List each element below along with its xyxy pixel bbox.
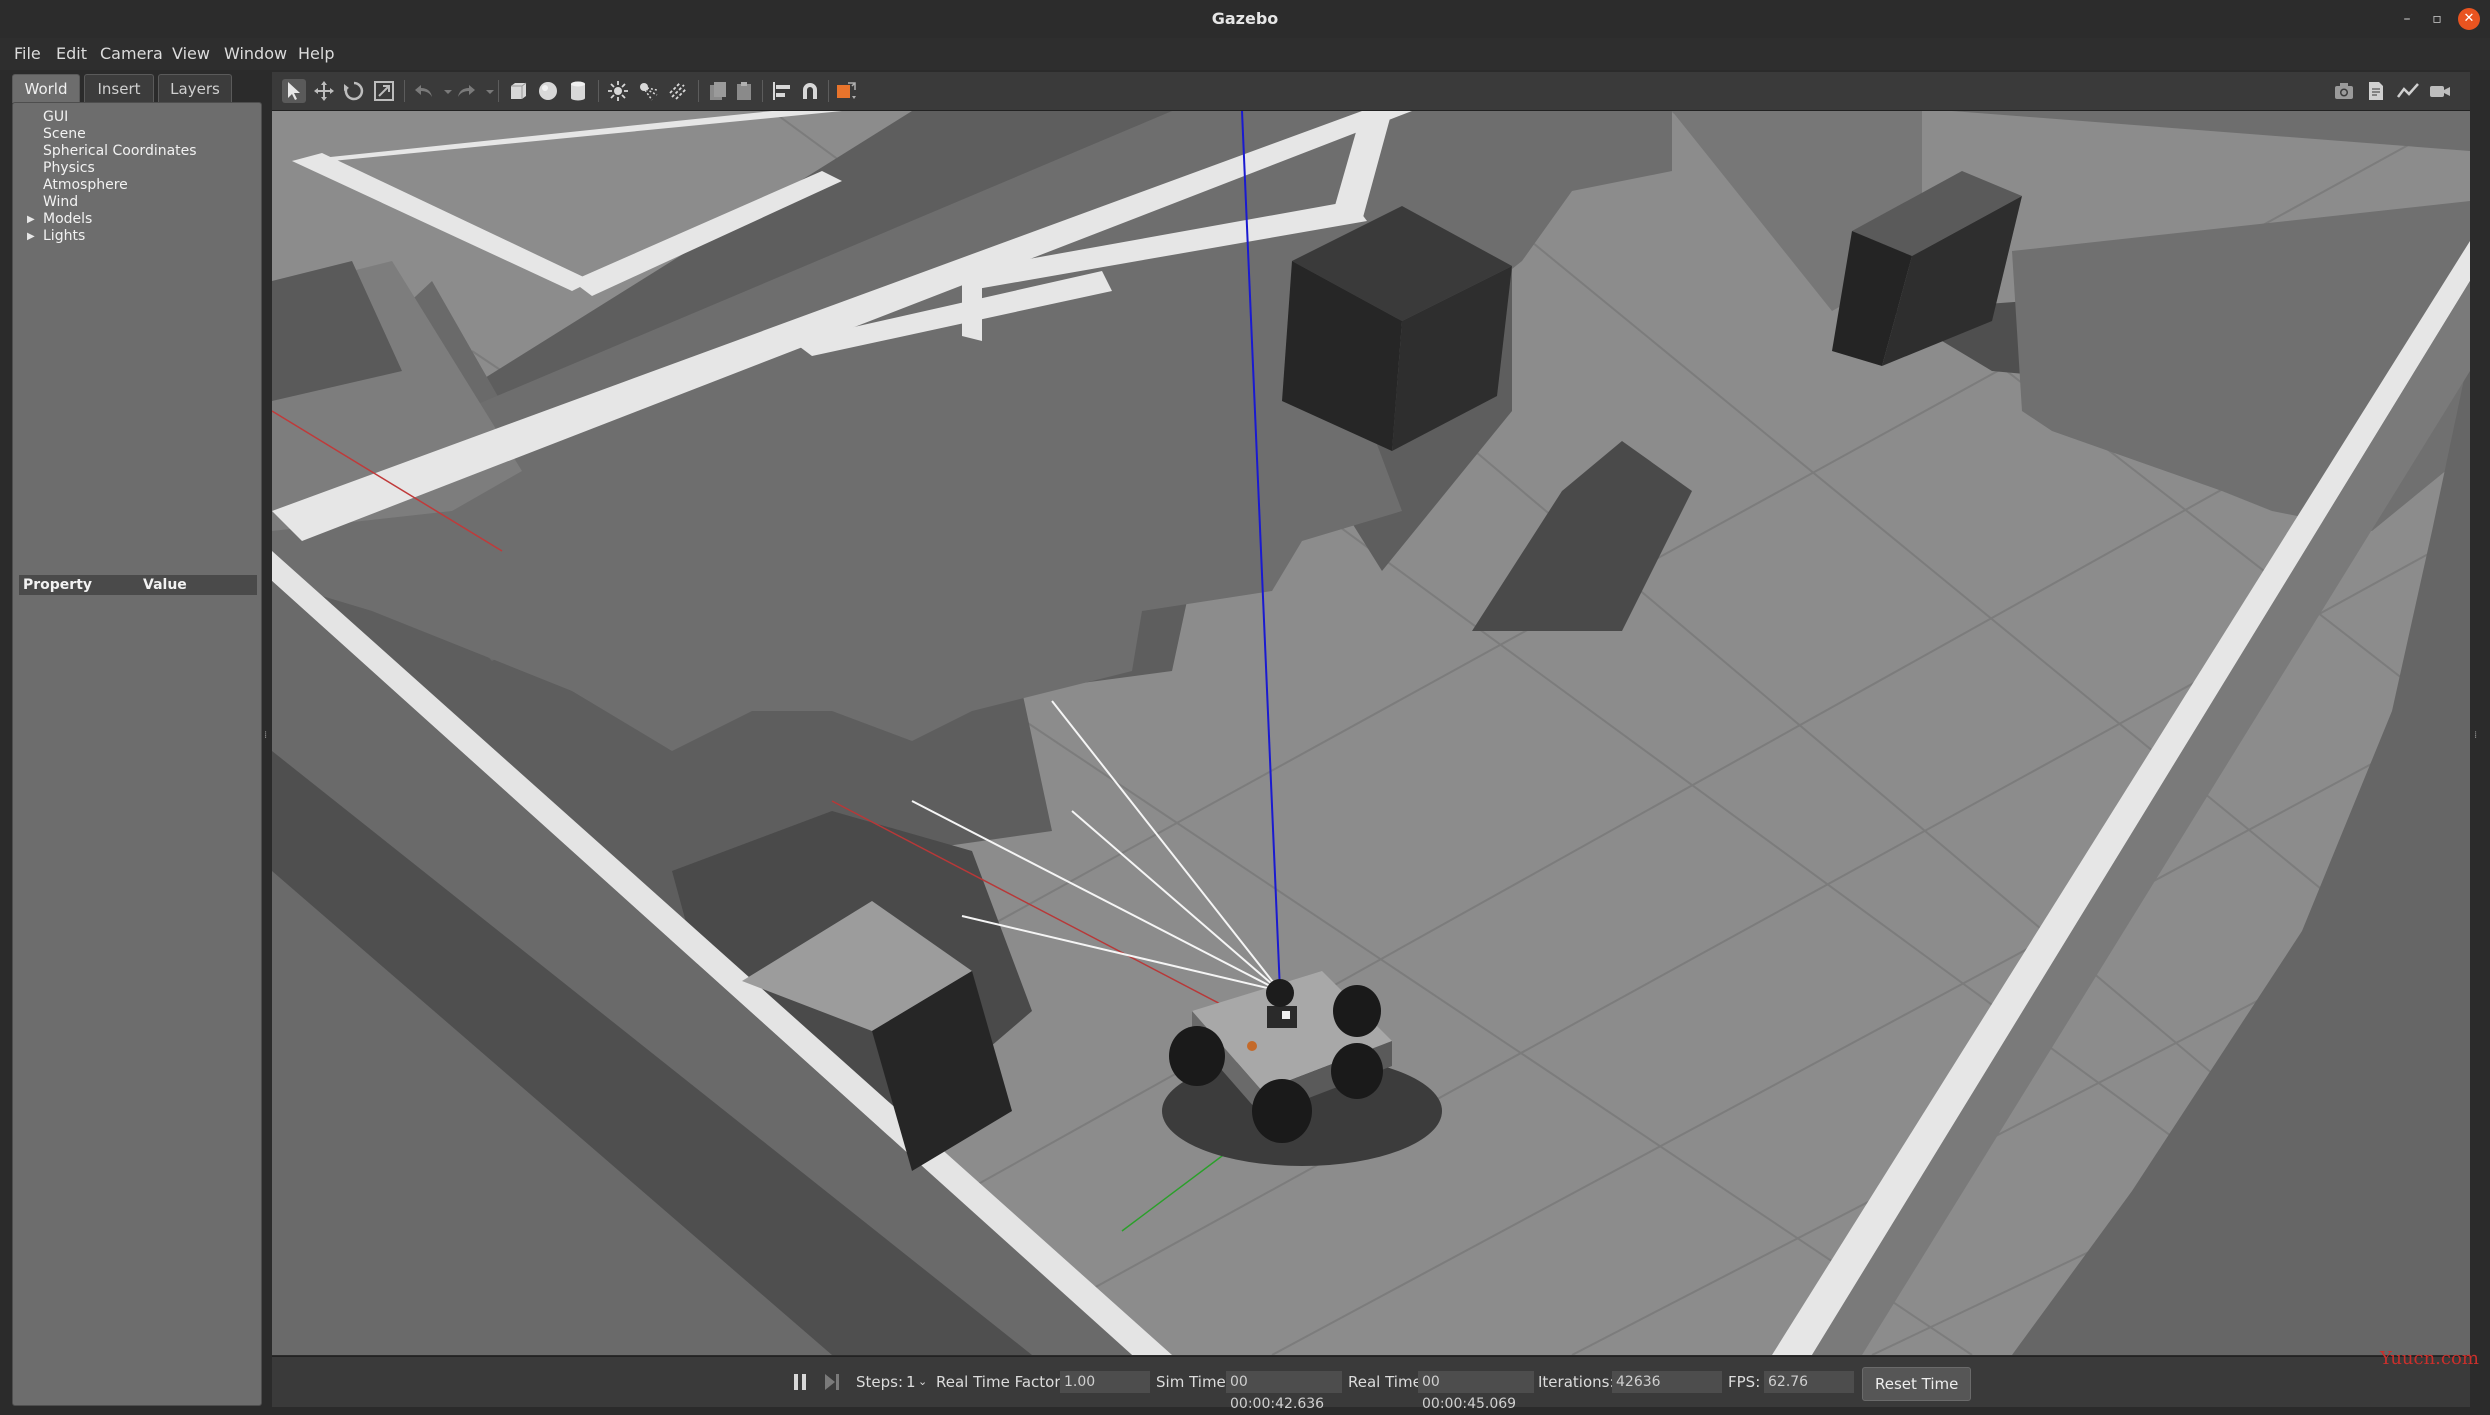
property-column-header: Property bbox=[23, 577, 93, 593]
status-bar: Steps: 1 ⌄ Real Time Factor: 1.00 Sim Ti… bbox=[272, 1356, 2470, 1412]
step-icon[interactable] bbox=[820, 1370, 844, 1394]
screenshot-icon[interactable] bbox=[2332, 79, 2356, 103]
title-bar: Gazebo – ▫ ✕ bbox=[0, 0, 2490, 39]
sim-time-value: 00 00:00:42.636 bbox=[1226, 1371, 1342, 1412]
change-view-icon[interactable] bbox=[834, 79, 858, 103]
redo-icon[interactable] bbox=[454, 79, 478, 103]
iterations-value: 42636 bbox=[1612, 1371, 1722, 1393]
spot-light-icon[interactable] bbox=[636, 79, 660, 103]
watermark-text: Yuucn.com bbox=[2380, 1348, 2479, 1369]
menu-view[interactable]: View bbox=[172, 38, 210, 70]
toolbar-divider bbox=[762, 80, 763, 102]
paste-icon[interactable] bbox=[732, 79, 756, 103]
redo-dropdown-icon[interactable] bbox=[478, 79, 494, 103]
3d-viewport[interactable] bbox=[272, 111, 2470, 1355]
cylinder-icon[interactable] bbox=[566, 79, 590, 103]
property-table-header: Property Value bbox=[19, 575, 257, 595]
tree-item-label: Physics bbox=[43, 160, 95, 176]
steps-value[interactable]: 1 bbox=[906, 1357, 916, 1407]
scene-render[interactable] bbox=[272, 111, 2470, 1355]
toolbar-divider bbox=[698, 80, 699, 102]
select-arrow-icon[interactable] bbox=[282, 79, 306, 103]
snap-icon[interactable] bbox=[798, 79, 822, 103]
toolbar-divider bbox=[498, 80, 499, 102]
tree-item-atmosphere[interactable]: Atmosphere bbox=[19, 177, 197, 194]
tab-insert[interactable]: Insert bbox=[84, 74, 154, 103]
tree-item-spherical-coordinates[interactable]: Spherical Coordinates bbox=[19, 143, 197, 160]
toolbar-divider bbox=[828, 80, 829, 102]
undo-dropdown-icon[interactable] bbox=[436, 79, 452, 103]
record-icon[interactable] bbox=[2428, 79, 2452, 103]
left-splitter-handle[interactable]: ⁞ bbox=[264, 730, 268, 750]
close-icon[interactable]: ✕ bbox=[2458, 8, 2480, 30]
tree-item-label: Spherical Coordinates bbox=[43, 143, 197, 159]
log-icon[interactable] bbox=[2364, 79, 2388, 103]
minimize-icon[interactable]: – bbox=[2396, 8, 2418, 30]
tree-item-wind[interactable]: Wind bbox=[19, 194, 197, 211]
menu-camera[interactable]: Camera bbox=[100, 38, 163, 70]
real-time-value: 00 00:00:45.069 bbox=[1418, 1371, 1534, 1412]
plot-icon[interactable] bbox=[2396, 79, 2420, 103]
tree-item-label: Wind bbox=[43, 194, 79, 210]
expand-arrow-icon[interactable]: ▶ bbox=[27, 211, 35, 228]
iterations-label: Iterations: bbox=[1538, 1373, 1615, 1391]
right-splitter-handle[interactable]: ⁞ bbox=[2474, 730, 2478, 750]
real-time-label: Real Time: bbox=[1348, 1373, 1427, 1391]
tree-item-label: GUI bbox=[43, 109, 69, 125]
tab-world[interactable]: World bbox=[12, 74, 80, 103]
value-column-header: Value bbox=[143, 577, 187, 593]
menu-file[interactable]: File bbox=[14, 38, 41, 70]
world-tree: GUI Scene Spherical Coordinates Physics … bbox=[19, 109, 197, 245]
directional-light-icon[interactable] bbox=[666, 79, 690, 103]
tree-item-label: Models bbox=[43, 211, 93, 227]
maximize-icon[interactable]: ▫ bbox=[2426, 8, 2448, 30]
reset-time-button[interactable]: Reset Time bbox=[1862, 1367, 1972, 1401]
sim-time-label: Sim Time: bbox=[1156, 1373, 1231, 1391]
tree-item-scene[interactable]: Scene bbox=[19, 126, 197, 143]
tree-item-label: Lights bbox=[43, 228, 86, 244]
align-icon[interactable] bbox=[770, 79, 794, 103]
tree-item-label: Atmosphere bbox=[43, 177, 128, 193]
menu-bar: File Edit Camera View Window Help bbox=[0, 38, 2490, 70]
steps-dropdown-icon[interactable]: ⌄ bbox=[918, 1357, 927, 1407]
fps-value: 62.76 bbox=[1764, 1371, 1854, 1393]
fps-label: FPS: bbox=[1728, 1373, 1761, 1391]
rotate-icon[interactable] bbox=[342, 79, 366, 103]
window-title: Gazebo bbox=[1211, 9, 1279, 28]
undo-icon[interactable] bbox=[412, 79, 436, 103]
sphere-icon[interactable] bbox=[536, 79, 560, 103]
toolbar-divider bbox=[404, 80, 405, 102]
box-icon[interactable] bbox=[506, 79, 530, 103]
toolbar-divider bbox=[598, 80, 599, 102]
menu-edit[interactable]: Edit bbox=[56, 38, 87, 70]
tree-item-models[interactable]: ▶ Models bbox=[19, 211, 197, 228]
point-light-icon[interactable] bbox=[606, 79, 630, 103]
menu-help[interactable]: Help bbox=[298, 38, 334, 70]
tree-item-label: Scene bbox=[43, 126, 86, 142]
scale-icon[interactable] bbox=[372, 79, 396, 103]
steps-label: Steps: bbox=[856, 1373, 904, 1391]
pause-icon[interactable] bbox=[788, 1370, 812, 1394]
world-panel: GUI Scene Spherical Coordinates Physics … bbox=[12, 102, 262, 1406]
tree-item-gui[interactable]: GUI bbox=[19, 109, 197, 126]
toolbar bbox=[272, 72, 2470, 111]
tab-layers[interactable]: Layers bbox=[158, 74, 232, 103]
real-time-factor-value: 1.00 bbox=[1060, 1371, 1150, 1393]
real-time-factor-label: Real Time Factor: bbox=[936, 1373, 1066, 1391]
tree-item-lights[interactable]: ▶ Lights bbox=[19, 228, 197, 245]
expand-arrow-icon[interactable]: ▶ bbox=[27, 228, 35, 245]
menu-window[interactable]: Window bbox=[224, 38, 287, 70]
left-panel: World Insert Layers GUI Scene Spherical … bbox=[8, 70, 262, 1406]
translate-icon[interactable] bbox=[312, 79, 336, 103]
copy-icon[interactable] bbox=[706, 79, 730, 103]
tree-item-physics[interactable]: Physics bbox=[19, 160, 197, 177]
